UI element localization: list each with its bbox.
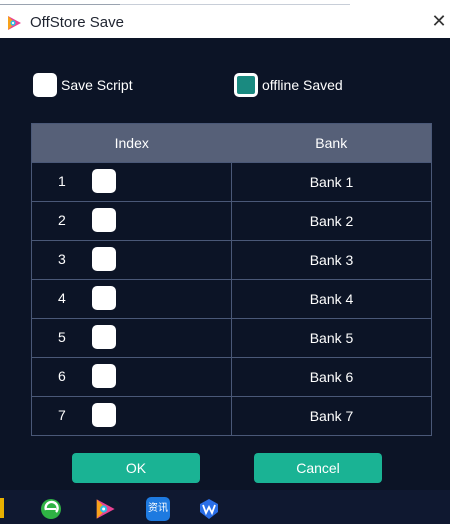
offline-saved-checkbox[interactable] (234, 73, 258, 97)
bank-name: Bank 3 (309, 252, 354, 268)
table-row: 4 Bank 4 (32, 279, 431, 318)
save-script-checkbox[interactable] (33, 73, 57, 97)
browser-icon[interactable] (40, 498, 62, 520)
row-index: 3 (58, 251, 66, 267)
index-cell: 6 (32, 358, 232, 396)
close-icon: ✕ (431, 11, 447, 31)
index-cell: 3 (32, 241, 232, 279)
bank-name: Bank 2 (309, 213, 354, 229)
bank-checkbox[interactable] (92, 169, 116, 193)
dialog-body: Save Script offline Saved Index Bank 1 B… (0, 38, 450, 490)
header-bank: Bank (315, 135, 348, 151)
table-row: 3 Bank 3 (32, 240, 431, 279)
index-cell: 1 (32, 163, 232, 201)
save-script-label: Save Script (61, 77, 133, 93)
news-app-icon[interactable]: 资讯 (146, 497, 170, 521)
bank-name: Bank 5 (309, 330, 354, 346)
bank-checkbox[interactable] (92, 364, 116, 388)
index-cell: 2 (32, 202, 232, 240)
row-index: 4 (58, 290, 66, 306)
bank-name: Bank 1 (309, 174, 354, 190)
bank-name: Bank 6 (309, 369, 354, 385)
top-strip-line (120, 4, 350, 5)
row-index: 7 (58, 407, 66, 423)
bank-checkbox[interactable] (92, 247, 116, 271)
row-index: 6 (58, 368, 66, 384)
bank-checkbox[interactable] (92, 325, 116, 349)
table-row: 5 Bank 5 (32, 318, 431, 357)
close-button[interactable]: ✕ (430, 12, 448, 30)
title-bar: OffStore Save ✕ (0, 6, 450, 38)
table-row: 2 Bank 2 (32, 201, 431, 240)
news-app-text: 资讯 (148, 503, 168, 514)
bank-checkbox[interactable] (92, 403, 116, 427)
index-cell: 5 (32, 319, 232, 357)
bank-checkbox[interactable] (92, 286, 116, 310)
table-row: 7 Bank 7 (32, 396, 431, 435)
cancel-button[interactable]: Cancel (254, 453, 382, 483)
window-title: OffStore Save (30, 14, 124, 31)
table-row: 6 Bank 6 (32, 357, 431, 396)
top-strip-line (0, 4, 120, 5)
table-row: 1 Bank 1 (32, 162, 431, 201)
shield-app-icon[interactable] (198, 498, 220, 520)
ok-button[interactable]: OK (72, 453, 200, 483)
offline-saved-label: offline Saved (262, 77, 343, 93)
row-index: 5 (58, 329, 66, 345)
save-script-option: Save Script (33, 72, 133, 98)
video-player-icon[interactable] (94, 498, 116, 520)
row-index: 2 (58, 212, 66, 228)
index-cell: 4 (32, 280, 232, 318)
taskbar: 资讯 (0, 490, 450, 524)
app-logo-icon (6, 15, 22, 31)
row-index: 1 (58, 173, 66, 189)
bank-name: Bank 4 (309, 291, 354, 307)
offline-saved-option: offline Saved (234, 72, 343, 98)
index-cell: 7 (32, 397, 232, 435)
bank-name: Bank 7 (309, 408, 354, 424)
bank-checkbox[interactable] (92, 208, 116, 232)
table-header: Index Bank (32, 124, 431, 162)
bank-table: Index Bank 1 Bank 1 2 Bank 2 3 Bank 3 4 … (31, 123, 432, 436)
taskbar-edge-marker (0, 498, 4, 518)
header-index: Index (114, 135, 149, 151)
